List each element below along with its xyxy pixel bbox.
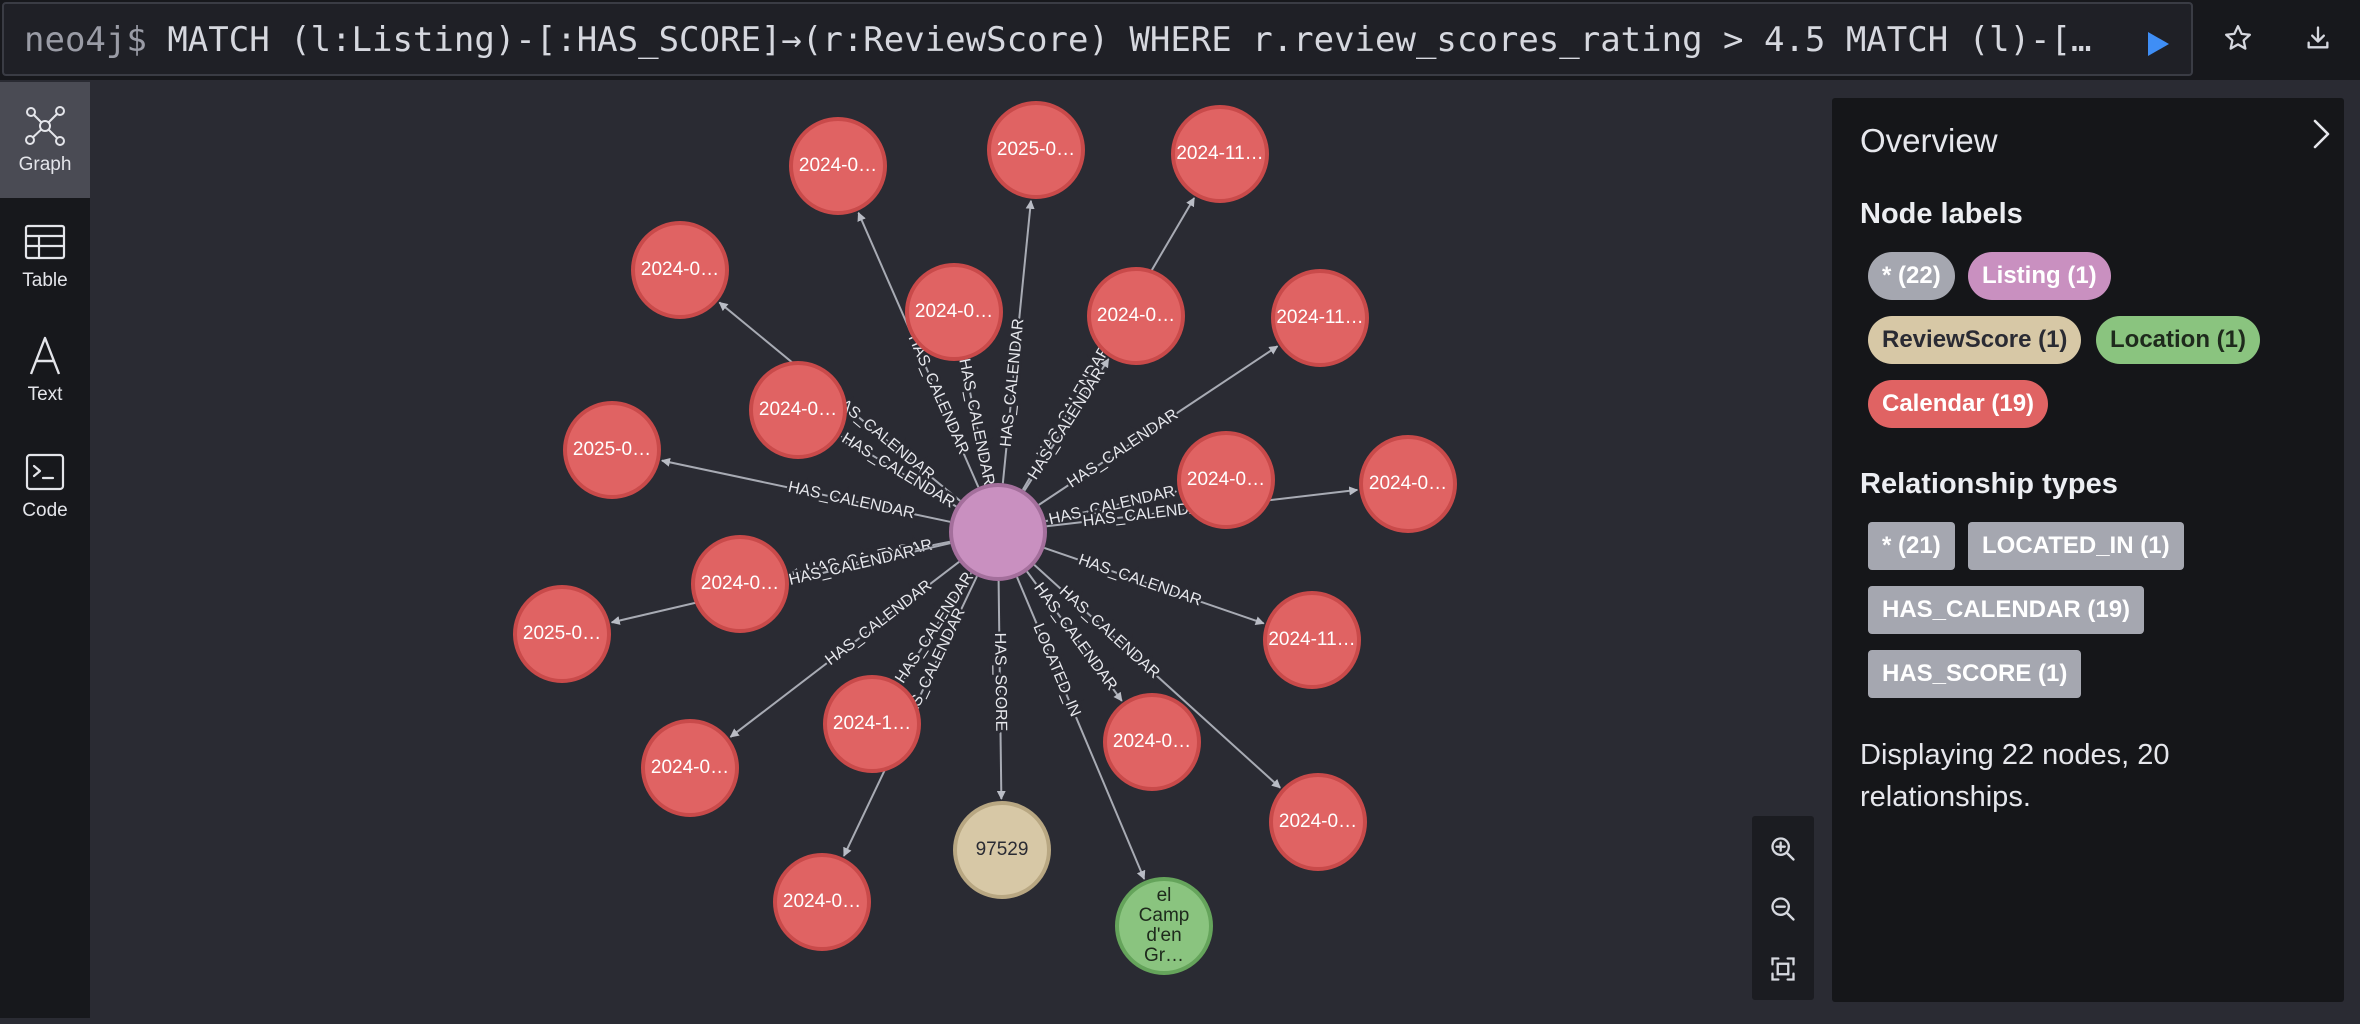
sidebar-item-label: Table <box>22 270 68 291</box>
query-bar: neo4j$ MATCH (l:Listing)-[:HAS_SCORE]→(r… <box>0 0 2360 80</box>
node-caption: 2024-0… <box>701 573 779 594</box>
chevron-right-icon <box>2313 119 2330 149</box>
fit-screen-icon <box>1771 957 1795 981</box>
query-string[interactable]: MATCH (l:Listing)-[:HAS_SCORE]→(r:Review… <box>167 20 2091 60</box>
node-caption: Gr… <box>1144 945 1184 966</box>
sidebar-item-label: Graph <box>18 154 72 175</box>
rel-type-pill-has-score[interactable]: HAS_SCORE (1) <box>1868 650 2082 698</box>
zoom-in-icon <box>1771 837 1795 861</box>
listing-node[interactable] <box>949 483 1047 581</box>
node-label-pill-calendar[interactable]: Calendar (19) <box>1868 380 2049 428</box>
relationship-types-title: Relationship types <box>1860 468 2118 500</box>
node-caption: d'en <box>1146 925 1181 946</box>
favorite-button[interactable] <box>2214 14 2262 62</box>
relationship-label: HAS_CALENDAR <box>787 479 917 522</box>
node-label-pill-location[interactable]: Location (1) <box>2096 316 2260 364</box>
star-icon <box>2225 25 2251 50</box>
download-button[interactable] <box>2294 14 2342 62</box>
download-icon <box>2307 26 2329 49</box>
graph-svg[interactable]: HAS_CALENDAR HAS_CALENDAR HAS_CALENDARHAS_… <box>90 80 1840 1024</box>
graph-summary: Displaying 22 nodes, 20 relationships. <box>1860 739 2170 813</box>
relationship-label: HAS_CALENDAR <box>955 357 997 487</box>
node-caption: 2024-0… <box>1097 305 1175 326</box>
node-caption: 2024-11… <box>1276 307 1363 328</box>
node-caption: 2025-0… <box>573 439 651 460</box>
sidebar-item-table[interactable]: Table <box>0 198 90 314</box>
zoom-out-icon <box>1771 897 1795 921</box>
query-editor[interactable]: neo4j$ MATCH (l:Listing)-[:HAS_SCORE]→(r… <box>2 2 2193 76</box>
view-sidebar: Graph Table Text Code <box>0 82 90 1018</box>
node-caption: 2024-0… <box>1369 473 1447 494</box>
table-icon <box>24 224 66 260</box>
rel-type-pill-all[interactable]: * (21) <box>1868 522 1955 570</box>
query-text[interactable]: neo4j$ MATCH (l:Listing)-[:HAS_SCORE]→(r… <box>24 18 2104 62</box>
node-caption: 2025-0… <box>523 623 601 644</box>
node-caption: 2024-0… <box>1187 469 1265 490</box>
zoom-out-button[interactable] <box>1758 884 1808 934</box>
graph-canvas[interactable]: HAS_CALENDAR HAS_CALENDAR HAS_CALENDAR HAS_… <box>90 80 1840 1024</box>
node-caption: 2024-11… <box>1268 629 1355 650</box>
node-caption: Camp <box>1139 905 1190 926</box>
node-caption: 2024-11… <box>1176 143 1263 164</box>
rel-type-pill-has-calendar[interactable]: HAS_CALENDAR (19) <box>1868 586 2145 634</box>
node-caption: 2024-0… <box>799 155 877 176</box>
rel-type-pill-located-in[interactable]: LOCATED_IN (1) <box>1968 522 2184 570</box>
node-caption: 2024-0… <box>641 259 719 280</box>
text-icon <box>29 336 61 375</box>
sidebar-item-label: Text <box>27 384 63 405</box>
sidebar-item-graph[interactable]: Graph <box>0 82 90 198</box>
node-caption: 2024-0… <box>915 301 993 322</box>
node-caption: 2024-0… <box>1279 811 1357 832</box>
neo4j-browser: neo4j$ MATCH (l:Listing)-[:HAS_SCORE]→(r… <box>0 0 2360 1024</box>
sidebar-item-label: Code <box>22 500 68 521</box>
node-label-pill-all[interactable]: * (22) <box>1868 252 1955 300</box>
relationship-label: HAS_CALENDAR <box>998 318 1028 448</box>
sidebar-item-text[interactable]: Text <box>0 312 90 428</box>
play-icon <box>2148 32 2169 56</box>
node-caption: 97529 <box>976 839 1029 860</box>
relationship-label: HAS_CALENDAR <box>1064 406 1181 492</box>
node-caption: el <box>1157 885 1172 906</box>
fit-screen-button[interactable] <box>1758 944 1808 994</box>
query-prompt: neo4j$ <box>24 20 147 60</box>
node-labels-title: Node labels <box>1860 198 2023 230</box>
node-caption: 2024-0… <box>783 891 861 912</box>
run-query-button[interactable] <box>2137 24 2177 64</box>
node-label-pill-listing[interactable]: Listing (1) <box>1968 252 2111 300</box>
node-caption: 2024-0… <box>759 399 837 420</box>
relationship-label: HAS_CALENDAR <box>1076 552 1203 610</box>
node-caption: 2025-0… <box>997 139 1075 160</box>
sidebar-item-code[interactable]: Code <box>0 428 90 544</box>
node-caption: 2024-0… <box>651 757 729 778</box>
zoom-in-button[interactable] <box>1758 824 1808 874</box>
zoom-controls <box>1752 816 1814 1000</box>
node-caption: 2024-1… <box>833 713 911 734</box>
code-icon <box>25 453 65 491</box>
node-caption: 2024-0… <box>1113 731 1191 752</box>
relationship-label: HAS_SCORE <box>991 633 1009 732</box>
overview-title: Overview <box>1860 122 1998 159</box>
collapse-panel-button[interactable] <box>2302 112 2342 156</box>
graph-icon <box>25 106 65 146</box>
overview-panel: Overview Node labels * (22) Listing (1) … <box>1832 98 2344 1002</box>
node-label-pill-reviewscore[interactable]: ReviewScore (1) <box>1868 316 2082 364</box>
